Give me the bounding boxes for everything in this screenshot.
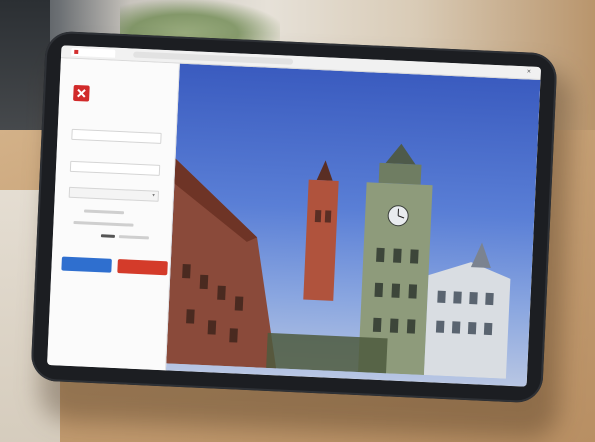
username-field[interactable]	[71, 128, 162, 144]
tablet-device: × ▾	[30, 30, 558, 404]
option-line	[83, 209, 125, 215]
tower-cupola	[385, 143, 416, 165]
background-photo	[165, 63, 541, 387]
close-icon[interactable]: ×	[525, 66, 534, 78]
red-steeple-spire	[316, 160, 333, 181]
trees	[266, 332, 388, 374]
option-toggle[interactable]	[100, 234, 116, 238]
login-button[interactable]	[61, 256, 112, 273]
option-line-2	[73, 221, 134, 227]
tablet-screen: × ▾	[47, 45, 542, 387]
logo-mark-icon	[73, 84, 90, 102]
favicon-icon	[74, 49, 79, 55]
browser-tab[interactable]	[71, 47, 116, 58]
secondary-button[interactable]	[117, 259, 168, 276]
right-building	[423, 262, 511, 379]
chevron-down-icon: ▾	[152, 192, 155, 199]
brand-logo	[73, 84, 164, 107]
password-field[interactable]	[69, 160, 161, 176]
mode-select[interactable]: ▾	[68, 186, 160, 202]
photo-buildings	[166, 143, 511, 379]
red-steeple	[303, 179, 339, 301]
login-panel: ▾	[47, 58, 180, 371]
clock-face-icon	[387, 205, 409, 227]
option-line-3	[118, 235, 149, 240]
